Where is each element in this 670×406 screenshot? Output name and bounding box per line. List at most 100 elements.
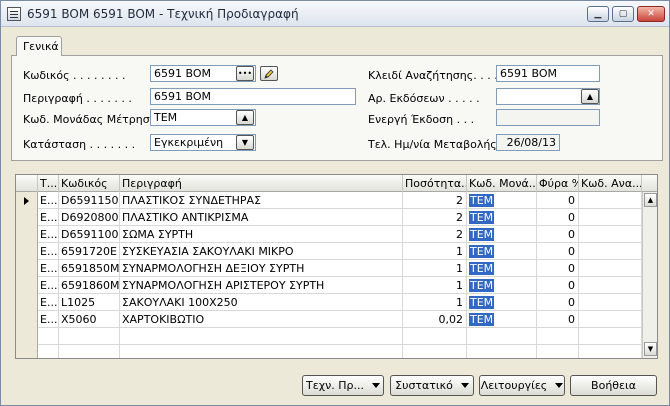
cell-unit[interactable]: TEM <box>467 311 537 328</box>
cell-scrap[interactable]: 0 <box>537 311 579 328</box>
cell-alt-code[interactable] <box>579 243 642 260</box>
cell-code[interactable]: D6591100 <box>59 226 120 243</box>
cell-description[interactable]: ΠΛΑΣΤΙΚΟΣ ΣΥΝΔΕΤΗΡΑΣ <box>120 192 403 209</box>
cell-code[interactable]: 6591860M <box>59 277 120 294</box>
cell-quantity[interactable]: 2 <box>403 192 467 209</box>
status-dropdown-button[interactable]: ▼ <box>236 135 254 150</box>
header-quantity[interactable]: Ποσότητα... <box>403 175 467 192</box>
minimize-button[interactable]: ▁ <box>587 6 609 22</box>
table-row[interactable]: E... D6920800 ΠΛΑΣΤΙΚΟ ΑΝΤΙΚΡΙΣΜΑ 2 TEM 0 <box>16 209 657 226</box>
cell-description[interactable] <box>120 328 403 345</box>
header-unit[interactable]: Κωδ. Μονά... <box>467 175 537 192</box>
cell-code[interactable] <box>59 328 120 345</box>
maximize-button[interactable]: ▢ <box>612 6 634 22</box>
cell-type[interactable]: E... <box>38 277 59 294</box>
cell-description[interactable] <box>120 345 403 358</box>
cell-scrap[interactable]: 0 <box>537 277 579 294</box>
table-row[interactable] <box>16 328 657 345</box>
cell-type[interactable]: E... <box>38 209 59 226</box>
cell-unit[interactable]: TEM <box>467 209 537 226</box>
cell-quantity[interactable] <box>403 328 467 345</box>
functions-button[interactable]: Λειτουργίες <box>479 375 565 396</box>
cell-scrap[interactable]: 0 <box>537 209 579 226</box>
header-code[interactable]: Κωδικός <box>59 175 120 192</box>
cell-alt-code[interactable] <box>579 311 642 328</box>
cell-code[interactable]: D6920800 <box>59 209 120 226</box>
help-button[interactable]: Βοήθεια <box>570 375 657 396</box>
cell-alt-code[interactable] <box>579 260 642 277</box>
row-selector[interactable] <box>16 192 38 209</box>
cell-quantity[interactable]: 1 <box>403 260 467 277</box>
header-scrap[interactable]: Φύρα % <box>537 175 579 192</box>
row-selector[interactable] <box>16 260 38 277</box>
table-row[interactable]: E... 6591720E ΣΥΣΚΕΥΑΣΙΑ ΣΑΚΟΥΛΑΚΙ ΜΙΚΡΟ 1 T… <box>16 243 657 260</box>
header-type[interactable]: Τ... <box>38 175 59 192</box>
row-selector[interactable] <box>16 294 38 311</box>
cell-alt-code[interactable] <box>579 209 642 226</box>
row-selector[interactable] <box>16 311 38 328</box>
header-description[interactable]: Περιγραφή <box>120 175 403 192</box>
scroll-up-button[interactable]: ▲ <box>644 193 657 207</box>
cell-type[interactable]: E... <box>38 192 59 209</box>
lookup-button[interactable]: ••• <box>236 66 254 81</box>
table-row[interactable]: E... D6591150 ΠΛΑΣΤΙΚΟΣ ΣΥΝΔΕΤΗΡΑΣ 2 TEM 0 <box>16 192 657 209</box>
row-selector[interactable] <box>16 277 38 294</box>
cell-type[interactable] <box>38 328 59 345</box>
cell-description[interactable]: ΣΥΝΑΡΜΟΛΟΓΗΣΗ ΑΡΙΣΤΕΡΟΥ ΣΥΡΤΗ <box>120 277 403 294</box>
cell-quantity[interactable]: 2 <box>403 209 467 226</box>
search-key-field[interactable]: 6591 BOM <box>496 65 600 82</box>
table-row[interactable]: E... X5060 ΧΑΡΤΟΚΙΒΩΤΙΟ 0,02 TEM 0 <box>16 311 657 328</box>
cell-scrap[interactable]: 0 <box>537 192 579 209</box>
cell-code[interactable]: X5060 <box>59 311 120 328</box>
cell-type[interactable]: E... <box>38 294 59 311</box>
cell-code[interactable]: 6591850M <box>59 260 120 277</box>
cell-type[interactable]: E... <box>38 260 59 277</box>
header-alt-code[interactable]: Κωδ. Ανα... <box>579 175 642 192</box>
unit-lookup-button[interactable]: ▲ <box>236 110 254 125</box>
cell-unit[interactable] <box>467 328 537 345</box>
close-button[interactable]: ✕ <box>637 6 665 22</box>
title-bar[interactable]: 6591 BOM 6591 BOM - Τεχνική Προδιαγραφή … <box>1 1 669 27</box>
tech-spec-button[interactable]: Τεχν. Πρ... <box>302 375 384 396</box>
cell-code[interactable] <box>59 345 120 358</box>
cell-description[interactable]: ΣΩΜΑ ΣΥΡΤΗ <box>120 226 403 243</box>
cell-quantity[interactable] <box>403 345 467 358</box>
cell-quantity[interactable]: 2 <box>403 226 467 243</box>
cell-alt-code[interactable] <box>579 226 642 243</box>
cell-code[interactable]: L1025 <box>59 294 120 311</box>
version-lookup-button[interactable]: ▲ <box>581 89 599 104</box>
cell-code[interactable]: 6591720E <box>59 243 120 260</box>
cell-unit[interactable]: TEM <box>467 260 537 277</box>
cell-type[interactable]: E... <box>38 243 59 260</box>
row-selector[interactable] <box>16 345 38 358</box>
table-row[interactable]: E... 6591860M ΣΥΝΑΡΜΟΛΟΓΗΣΗ ΑΡΙΣΤΕΡΟΥ ΣΥΡΤ… <box>16 277 657 294</box>
vertical-scrollbar[interactable]: ▲ ▼ <box>642 192 657 358</box>
cell-unit[interactable]: TEM <box>467 243 537 260</box>
tab-general[interactable]: Γενικά <box>16 36 62 56</box>
cell-scrap[interactable] <box>537 328 579 345</box>
row-selector[interactable] <box>16 243 38 260</box>
cell-unit[interactable] <box>467 345 537 358</box>
table-row[interactable]: E... L1025 ΣΑΚΟΥΛΑΚΙ 100X250 1 TEM 0 <box>16 294 657 311</box>
edit-button[interactable] <box>260 66 278 81</box>
cell-type[interactable]: E... <box>38 226 59 243</box>
table-row[interactable] <box>16 345 657 358</box>
scroll-down-button[interactable]: ▼ <box>644 342 657 356</box>
cell-scrap[interactable]: 0 <box>537 294 579 311</box>
table-row[interactable]: E... D6591100 ΣΩΜΑ ΣΥΡΤΗ 2 TEM 0 <box>16 226 657 243</box>
cell-alt-code[interactable] <box>579 294 642 311</box>
row-selector[interactable] <box>16 209 38 226</box>
cell-quantity[interactable]: 1 <box>403 277 467 294</box>
cell-unit[interactable]: TEM <box>467 277 537 294</box>
row-selector[interactable] <box>16 328 38 345</box>
cell-unit[interactable]: TEM <box>467 192 537 209</box>
cell-description[interactable]: ΧΑΡΤΟΚΙΒΩΤΙΟ <box>120 311 403 328</box>
cell-unit[interactable]: TEM <box>467 226 537 243</box>
cell-quantity[interactable]: 1 <box>403 243 467 260</box>
cell-scrap[interactable]: 0 <box>537 226 579 243</box>
cell-scrap[interactable] <box>537 345 579 358</box>
components-button[interactable]: Συστατικό <box>390 375 474 396</box>
cell-unit[interactable]: TEM <box>467 294 537 311</box>
cell-description[interactable]: ΣΑΚΟΥΛΑΚΙ 100X250 <box>120 294 403 311</box>
cell-type[interactable]: E... <box>38 311 59 328</box>
